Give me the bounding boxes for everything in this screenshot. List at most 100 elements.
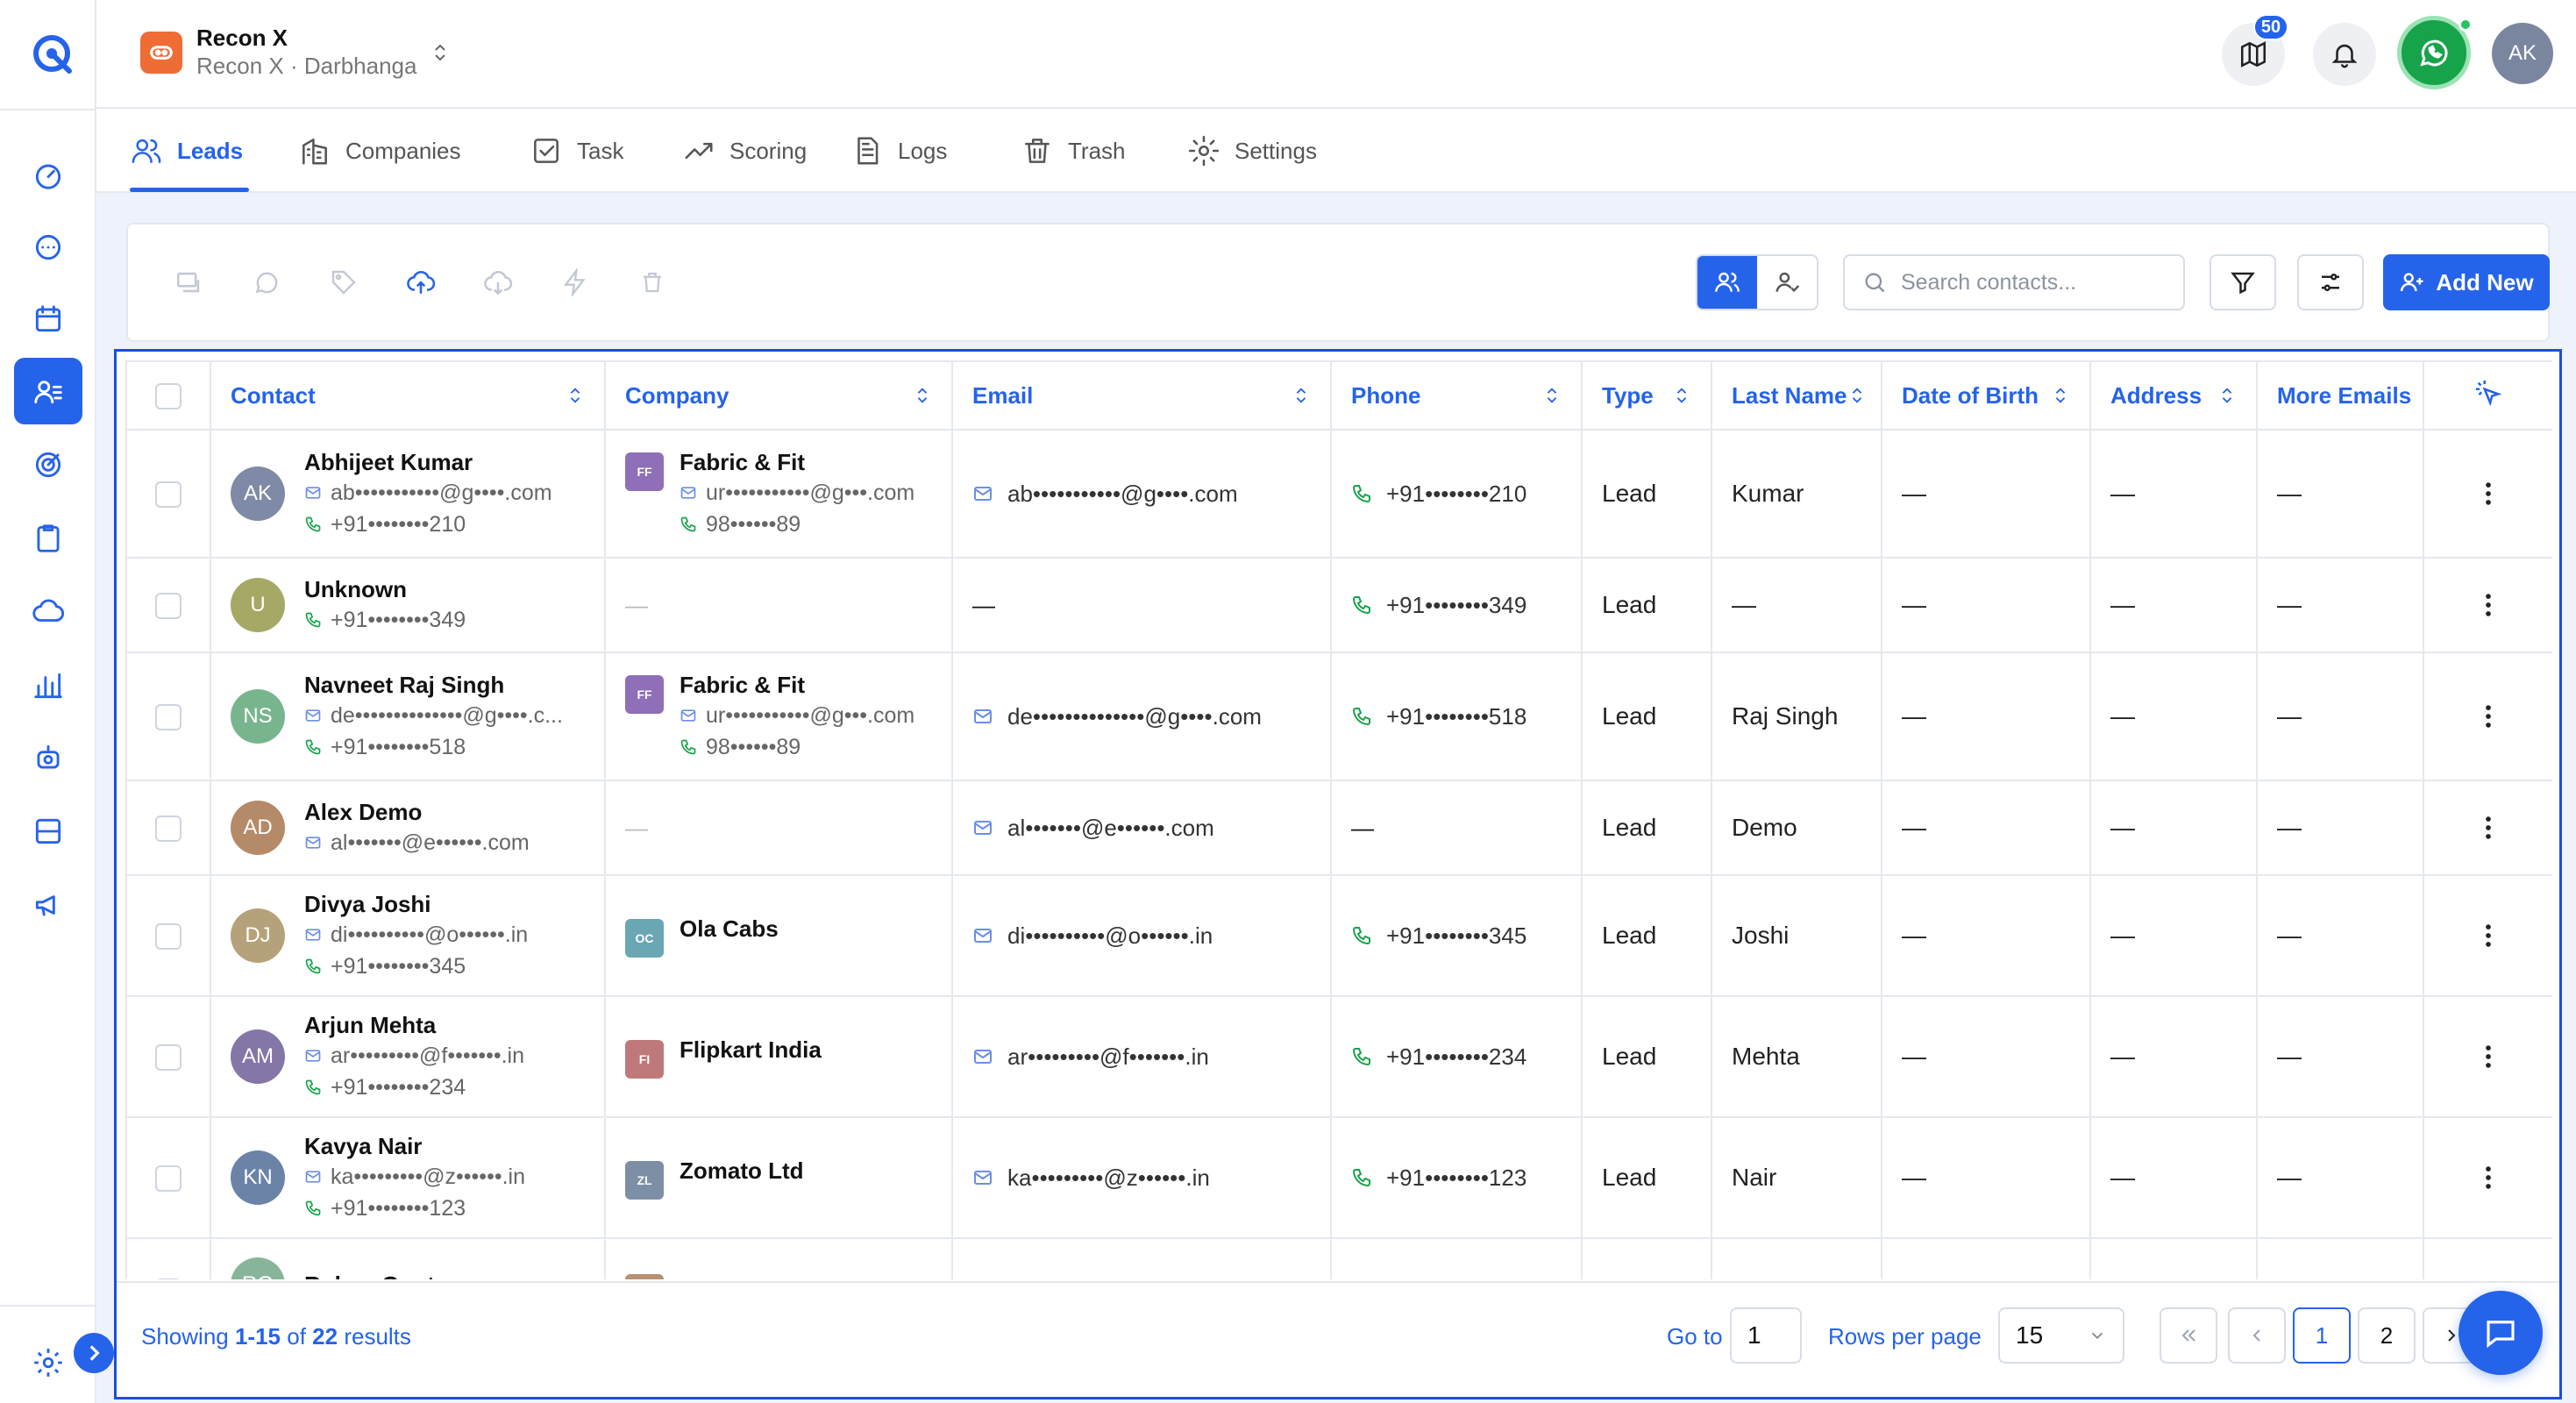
sidebar-settings[interactable] xyxy=(14,1329,82,1396)
row-checkbox[interactable] xyxy=(155,704,181,731)
cloud-upload-icon[interactable] xyxy=(403,265,438,300)
row-checkbox[interactable] xyxy=(155,1278,181,1279)
column-picker-icon[interactable] xyxy=(2473,378,2503,408)
filter-button[interactable] xyxy=(2210,254,2276,310)
row-checkbox[interactable] xyxy=(155,481,181,509)
sidebar-item-inbox[interactable] xyxy=(14,798,82,865)
tab-task[interactable]: Task xyxy=(530,109,623,193)
table-row[interactable]: DJ Divya Joshi di••••••••••@o••••••.in +91•… xyxy=(125,874,2552,997)
row-checkbox[interactable] xyxy=(155,593,181,620)
search-input[interactable] xyxy=(1901,269,2164,296)
table-row[interactable]: NS Navneet Raj Singh de••••••••••••••@g•••… xyxy=(125,652,2552,781)
table-scroll-area[interactable]: Contact Company Email Phone Type Last Na… xyxy=(125,360,2552,1279)
column-header-date-of-birth[interactable]: Date of Birth xyxy=(1881,360,2091,431)
tab-scoring[interactable]: Scoring xyxy=(682,109,807,193)
user-avatar[interactable]: AK xyxy=(2492,23,2553,84)
email-value[interactable]: ka•••••••••@z••••••.in xyxy=(972,1164,1311,1192)
phone-value[interactable]: +91••••••••345 xyxy=(1351,922,1562,950)
tab-leads[interactable]: Leads xyxy=(130,109,243,193)
previous-page-button[interactable] xyxy=(2228,1307,2286,1364)
more-options-icon[interactable] xyxy=(2444,590,2533,620)
sort-icon[interactable] xyxy=(1847,384,1867,407)
org-subtitle[interactable]: Recon X · Darbhanga xyxy=(196,53,416,80)
row-checkbox[interactable] xyxy=(155,815,181,843)
more-options-icon[interactable] xyxy=(2444,702,2533,731)
select-all-checkbox[interactable] xyxy=(155,383,181,410)
sidebar-item-clipboard[interactable] xyxy=(14,505,82,572)
lightning-icon[interactable] xyxy=(558,265,593,300)
table-row[interactable]: AM Arjun Mehta ar•••••••••@f•••••••.in +91•… xyxy=(125,995,2552,1118)
phone-value[interactable]: +91••••••••349 xyxy=(1351,592,1562,619)
sidebar-collapse-button[interactable] xyxy=(74,1333,114,1373)
sort-icon[interactable] xyxy=(913,384,932,407)
company-name[interactable]: Ola Cabs xyxy=(680,914,779,944)
more-options-icon[interactable] xyxy=(2444,479,2533,509)
row-checkbox[interactable] xyxy=(155,1165,181,1193)
column-header-more-emails[interactable]: More Emails xyxy=(2256,360,2424,431)
row-checkbox[interactable] xyxy=(155,923,181,951)
sort-icon[interactable] xyxy=(1542,384,1562,407)
more-options-icon[interactable] xyxy=(2444,1042,2533,1072)
column-header-last-name[interactable]: Last Name xyxy=(1711,360,1882,431)
sort-icon[interactable] xyxy=(1292,384,1311,407)
sidebar-item-cloud[interactable] xyxy=(14,579,82,645)
sidebar-item-contacts[interactable] xyxy=(14,358,82,424)
goto-page-input[interactable] xyxy=(1730,1307,1802,1364)
tab-companies[interactable]: Companies xyxy=(298,109,461,193)
more-options-icon[interactable] xyxy=(2444,921,2533,951)
phone-value[interactable]: +91••••••••518 xyxy=(1351,703,1562,730)
rows-per-page-select[interactable]: 15 xyxy=(1998,1307,2124,1364)
app-logo[interactable] xyxy=(31,32,75,75)
chat-support-button[interactable] xyxy=(2459,1291,2543,1375)
column-header-contact[interactable]: Contact xyxy=(210,360,606,431)
more-options-icon[interactable] xyxy=(2444,1163,2533,1193)
sidebar-item-target[interactable] xyxy=(14,431,82,498)
whatsapp-bulk-icon[interactable] xyxy=(249,265,284,300)
table-row[interactable]: AK Abhijeet Kumar ab•••••••••••@g••••.com +… xyxy=(125,429,2552,559)
phone-value[interactable]: +91••••••••234 xyxy=(1351,1043,1562,1071)
column-header-type[interactable]: Type xyxy=(1581,360,1712,431)
contact-name[interactable]: Rohan Gupta xyxy=(304,1270,447,1279)
company-name[interactable]: Fabric & Fit xyxy=(680,447,914,477)
contact-name[interactable]: Unknown xyxy=(304,574,466,604)
email-value[interactable]: ar•••••••••@f•••••••.in xyxy=(972,1043,1311,1071)
sidebar-item-calendar[interactable] xyxy=(14,286,82,353)
my-contacts-view-button[interactable] xyxy=(1757,256,1817,309)
page-button[interactable]: 1 xyxy=(2293,1307,2351,1364)
add-new-button[interactable]: Add New xyxy=(2383,254,2550,310)
sidebar-item-chat[interactable] xyxy=(14,214,82,281)
table-row[interactable]: KN Kavya Nair ka•••••••••@z••••••.in +91•••… xyxy=(125,1116,2552,1239)
contact-name[interactable]: Alex Demo xyxy=(304,797,530,827)
table-row[interactable]: RG Rohan Gupta xyxy=(125,1237,2552,1279)
company-name[interactable]: Fabric & Fit xyxy=(680,670,914,700)
org-name[interactable]: Recon X xyxy=(196,25,288,52)
contact-name[interactable]: Navneet Raj Singh xyxy=(304,670,563,700)
delete-icon[interactable] xyxy=(635,265,670,300)
company-name[interactable]: Flipkart India xyxy=(680,1035,822,1065)
sort-icon[interactable] xyxy=(566,384,585,407)
email-value[interactable]: di••••••••••@o••••••.in xyxy=(972,922,1311,950)
column-header-address[interactable]: Address xyxy=(2089,360,2258,431)
contact-name[interactable]: Divya Joshi xyxy=(304,889,528,919)
sidebar-item-dashboard[interactable] xyxy=(14,142,82,209)
tab-logs[interactable]: Logs xyxy=(850,109,947,193)
first-page-button[interactable] xyxy=(2160,1307,2217,1364)
more-options-icon[interactable] xyxy=(2444,813,2533,843)
email-value[interactable]: ab•••••••••••@g••••.com xyxy=(972,481,1311,508)
sort-icon[interactable] xyxy=(2217,384,2237,407)
table-row[interactable]: AD Alex Demo al•••••••@e••••••.com — al•••••… xyxy=(125,780,2552,876)
notifications-button[interactable] xyxy=(2313,23,2376,86)
row-checkbox[interactable] xyxy=(155,1044,181,1072)
tab-settings[interactable]: Settings xyxy=(1187,109,1317,193)
org-switcher-icon[interactable] xyxy=(430,40,451,65)
table-row[interactable]: U Unknown +91••••••••349— — +91••••••••349 Le… xyxy=(125,557,2552,653)
sidebar-item-bar-chart[interactable] xyxy=(14,652,82,719)
column-header-company[interactable]: Company xyxy=(604,360,953,431)
sidebar-item-robot[interactable] xyxy=(14,724,82,791)
column-header-email[interactable]: Email xyxy=(951,360,1332,431)
column-settings-button[interactable] xyxy=(2297,254,2364,310)
tag-icon[interactable] xyxy=(326,265,361,300)
sort-icon[interactable] xyxy=(2051,384,2070,407)
phone-value[interactable]: +91••••••••123 xyxy=(1351,1164,1562,1192)
column-header-phone[interactable]: Phone xyxy=(1330,360,1583,431)
